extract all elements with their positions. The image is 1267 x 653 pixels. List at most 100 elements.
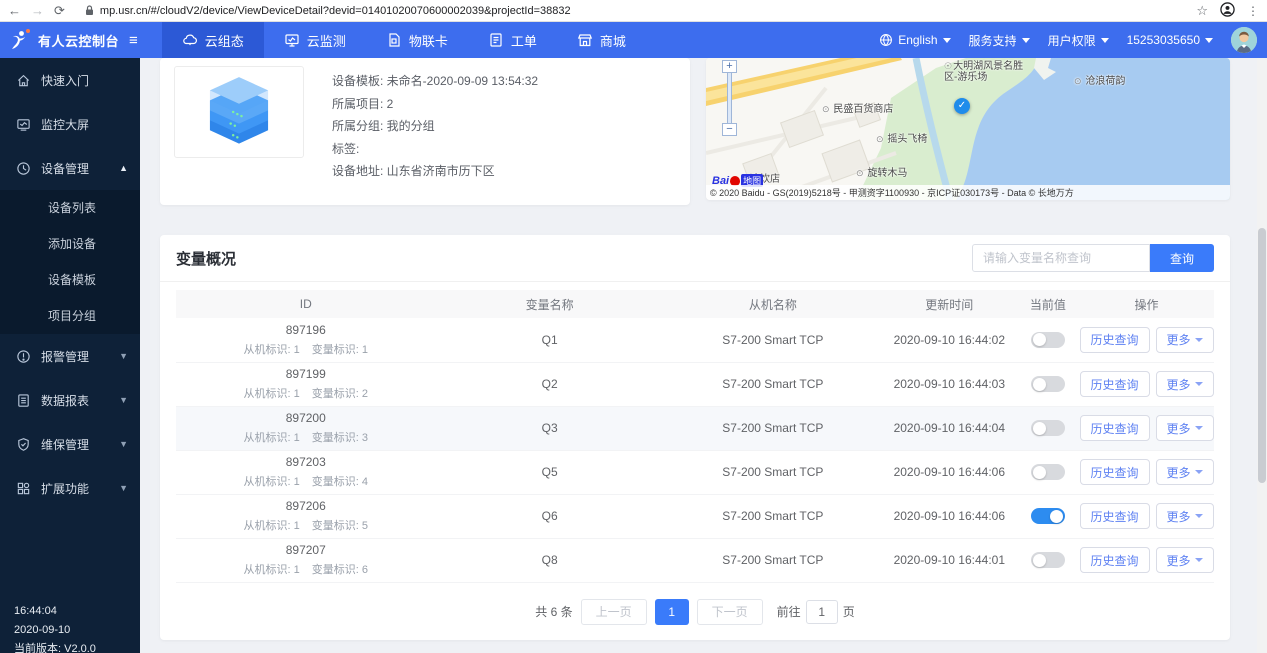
sidebar-item-0[interactable]: 快速入门 [0, 58, 140, 102]
sidebar-item-label: 监控大屏 [41, 116, 89, 133]
device-fields: 设备模板: 未命名-2020-09-09 13:54:32所属项目: 2所属分组… [332, 64, 538, 199]
sidebar-item-label: 报警管理 [41, 348, 89, 365]
variable-name: Q1 [542, 333, 558, 347]
support-dropdown[interactable]: 服务支持 [969, 32, 1030, 49]
history-query-button[interactable]: 历史查询 [1080, 327, 1150, 353]
nav-item-4[interactable]: 商城 [557, 22, 646, 58]
update-time: 2020-09-10 16:44:02 [894, 333, 1005, 347]
browser-menu-icon[interactable]: ⋮ [1247, 4, 1259, 18]
content-scrollbar[interactable] [1257, 58, 1267, 653]
variable-name: Q5 [542, 465, 558, 479]
map-poi-label: ⊙ 摇头飞椅 [876, 130, 927, 145]
sidebar-subitem-2-3[interactable]: 项目分组 [0, 298, 140, 334]
more-button[interactable]: 更多 [1156, 503, 1214, 529]
more-button[interactable]: 更多 [1156, 371, 1214, 397]
jump-unit: 页 [843, 603, 855, 620]
variable-name: Q6 [542, 509, 558, 523]
more-button[interactable]: 更多 [1156, 547, 1214, 573]
jump-label: 前往 [777, 603, 801, 620]
mall-icon [577, 32, 593, 48]
sidebar-item-3[interactable]: 报警管理▼ [0, 334, 140, 378]
profile-icon[interactable] [1220, 2, 1235, 20]
brand[interactable]: 有人云控制台 ≡ [0, 29, 148, 51]
device-location-marker-icon[interactable]: ✓ [954, 98, 970, 114]
nav-item-3[interactable]: 工单 [468, 22, 557, 58]
work-order-icon [488, 32, 504, 48]
chevron-down-icon [1195, 514, 1203, 518]
bookmark-star-icon[interactable]: ☆ [1196, 3, 1208, 19]
device-info-card: 设备模板: 未命名-2020-09-09 13:54:32所属项目: 2所属分组… [160, 58, 690, 205]
monitor-icon [284, 32, 300, 48]
sidebar-item-4[interactable]: 数据报表▼ [0, 378, 140, 422]
device-image [174, 66, 304, 158]
sidebar-item-5[interactable]: 维保管理▼ [0, 422, 140, 466]
language-dropdown[interactable]: English [879, 33, 950, 47]
map-poi-label: ⊙ 旋转木马 [856, 164, 907, 179]
home-icon [16, 73, 31, 88]
address-bar[interactable]: mp.usr.cn/#/cloudV2/device/ViewDeviceDet… [75, 2, 1186, 20]
sidebar-item-label: 维保管理 [41, 436, 89, 453]
zoom-out-button[interactable]: − [722, 123, 737, 136]
sidebar-item-1[interactable]: 监控大屏 [0, 102, 140, 146]
slave-tag: 从机标识: 1 [244, 476, 300, 488]
variable-tag: 变量标识: 2 [312, 388, 368, 400]
map-zoom-control: + − [722, 60, 737, 136]
more-button[interactable]: 更多 [1156, 327, 1214, 353]
variable-search-input[interactable] [972, 244, 1150, 272]
scrollbar-thumb[interactable] [1258, 228, 1266, 483]
permission-dropdown[interactable]: 用户权限 [1048, 32, 1109, 49]
column-header-2: 从机名称 [664, 290, 882, 318]
variable-id: 897206 [176, 499, 436, 514]
total-count: 共 6 条 [535, 603, 572, 620]
slave-name: S7-200 Smart TCP [722, 421, 823, 435]
sidebar-subitem-2-1[interactable]: 添加设备 [0, 226, 140, 262]
history-query-button[interactable]: 历史查询 [1080, 371, 1150, 397]
sidebar-subitem-2-2[interactable]: 设备模板 [0, 262, 140, 298]
sidebar-item-6[interactable]: 扩展功能▼ [0, 466, 140, 510]
value-toggle[interactable] [1031, 464, 1065, 480]
reload-icon[interactable]: ⟳ [54, 4, 65, 17]
zoom-in-button[interactable]: + [722, 60, 737, 73]
forward-icon[interactable]: → [31, 4, 44, 17]
chevron-down-icon [1195, 382, 1203, 386]
history-query-button[interactable]: 历史查询 [1080, 547, 1150, 573]
value-toggle[interactable] [1031, 552, 1065, 568]
prev-page-button[interactable]: 上一页 [581, 599, 647, 625]
back-icon[interactable]: ← [8, 4, 21, 17]
device-icon [16, 161, 31, 176]
variables-table: ID变量名称从机名称更新时间当前值操作 897196从机标识: 1变量标识: 1… [176, 290, 1214, 583]
variable-id: 897200 [176, 411, 436, 426]
user-avatar[interactable] [1231, 27, 1257, 53]
nav-item-label: 云监测 [307, 31, 346, 50]
slave-name: S7-200 Smart TCP [722, 333, 823, 347]
nav-item-1[interactable]: 云监测 [264, 22, 366, 58]
value-toggle[interactable] [1031, 332, 1065, 348]
search-button[interactable]: 查询 [1150, 244, 1214, 272]
history-query-button[interactable]: 历史查询 [1080, 415, 1150, 441]
extension-icon [16, 481, 31, 496]
hamburger-icon[interactable]: ≡ [129, 32, 138, 49]
value-toggle[interactable] [1031, 376, 1065, 392]
table-row: 897196从机标识: 1变量标识: 1Q1S7-200 Smart TCP20… [176, 318, 1214, 362]
map-poi-label: ⊙ 民盛百货商店 [822, 100, 893, 115]
account-dropdown[interactable]: 15253035650 [1127, 33, 1213, 47]
section-title: 变量概况 [176, 248, 236, 269]
jump-page-input[interactable] [806, 600, 838, 624]
zoom-slider[interactable] [727, 73, 732, 123]
url-text: mp.usr.cn/#/cloudV2/device/ViewDeviceDet… [100, 5, 571, 17]
history-query-button[interactable]: 历史查询 [1080, 459, 1150, 485]
next-page-button[interactable]: 下一页 [697, 599, 763, 625]
value-toggle[interactable] [1031, 508, 1065, 524]
sidebar-item-2[interactable]: 设备管理▲ [0, 146, 140, 190]
sidebar-subitem-2-0[interactable]: 设备列表 [0, 190, 140, 226]
slave-tag: 从机标识: 1 [244, 432, 300, 444]
nav-item-0[interactable]: 云组态 [162, 22, 264, 58]
more-button[interactable]: 更多 [1156, 415, 1214, 441]
history-query-button[interactable]: 历史查询 [1080, 503, 1150, 529]
nav-item-2[interactable]: 物联卡 [366, 22, 468, 58]
page-number-button[interactable]: 1 [655, 599, 689, 625]
more-button[interactable]: 更多 [1156, 459, 1214, 485]
pagination: 共 6 条 上一页 1 下一页 前往 页 [176, 599, 1214, 625]
variable-name: Q2 [542, 377, 558, 391]
value-toggle[interactable] [1031, 420, 1065, 436]
